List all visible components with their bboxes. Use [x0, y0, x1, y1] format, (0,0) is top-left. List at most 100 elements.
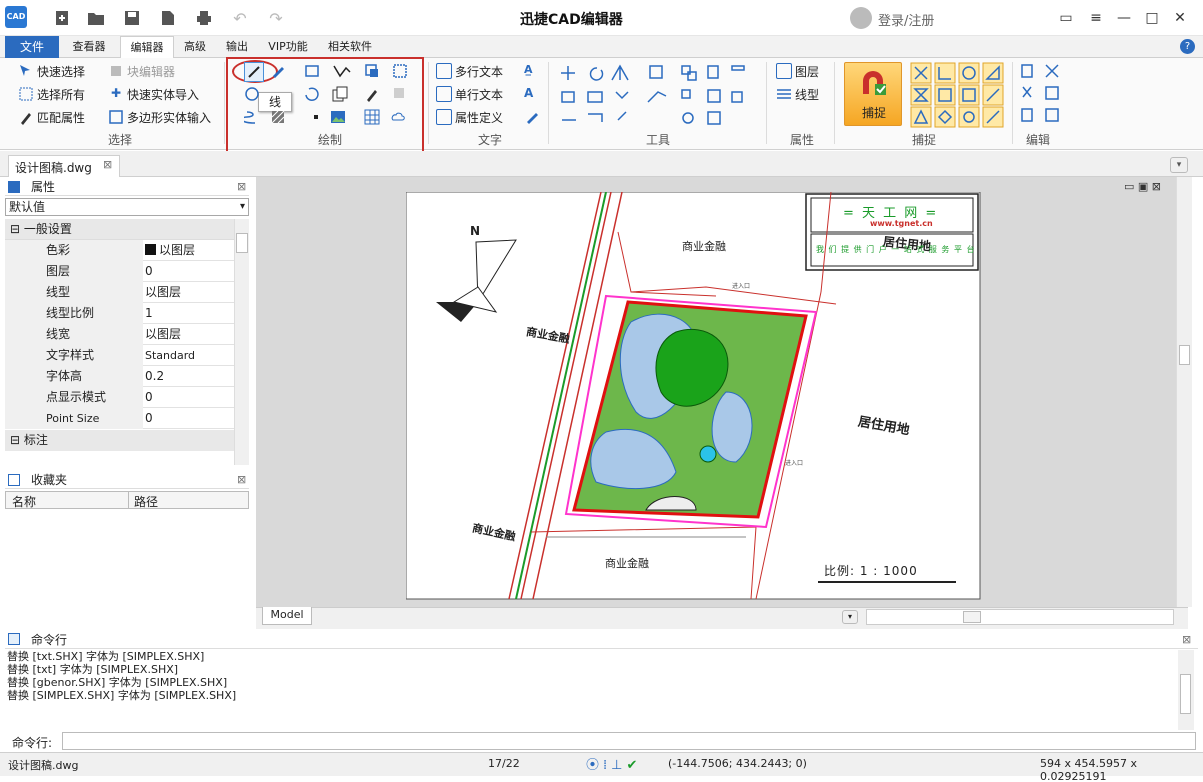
insert-block-icon[interactable] [364, 63, 380, 82]
property-value[interactable]: 以图层 [145, 240, 233, 261]
command-output-line: 替换 [gbenor.SHX] 字体为 [SIMPLEX.SHX] [7, 676, 228, 689]
export-pdf-icon[interactable] [158, 8, 178, 28]
property-value[interactable]: 1 [145, 303, 233, 324]
menu-file[interactable]: 文件 [5, 36, 59, 58]
snap-modes-grid[interactable] [910, 62, 1006, 128]
brush-tool-icon[interactable] [364, 86, 380, 105]
property-row[interactable]: Point Size 0 [5, 408, 235, 429]
arc-tool-icon[interactable] [304, 86, 320, 105]
rectangle-tool-icon[interactable] [304, 63, 320, 82]
stext-label: 单行文本 [455, 87, 504, 102]
edit-toolbar[interactable] [1020, 63, 1064, 127]
snap-button[interactable]: 捕捉 [844, 62, 902, 126]
color-swatch [145, 244, 156, 255]
snap-status-icon[interactable]: ⦿ [586, 758, 603, 773]
document-tab[interactable]: 设计图稿.dwg ⊠ [8, 155, 120, 177]
maximize-button[interactable]: □ [1142, 8, 1162, 28]
property-value[interactable]: 0.2 [145, 366, 233, 387]
close-button[interactable]: ✕ [1170, 8, 1190, 28]
grid-status-icon[interactable]: ⁞ [603, 758, 611, 773]
new-file-icon[interactable] [52, 8, 72, 28]
save-icon[interactable] [122, 8, 142, 28]
pencil-tool-icon[interactable] [270, 63, 286, 82]
circle-tool-icon[interactable] [244, 86, 260, 105]
block-editor-button[interactable]: 块编辑器 [108, 61, 175, 81]
revision-cloud-icon[interactable] [390, 109, 406, 128]
group-general-header[interactable]: ⊟ 一般设置 [5, 219, 235, 240]
menu-vip[interactable]: VIP功能 [262, 36, 314, 58]
open-folder-icon[interactable] [86, 8, 106, 28]
hatch-tool-icon[interactable] [270, 109, 292, 128]
canvas-window-controls[interactable]: ▭ ▣ ⊠ [1124, 180, 1161, 193]
undo-icon[interactable]: ↶ [230, 8, 250, 28]
canvas-vertical-scrollbar[interactable] [1176, 177, 1192, 607]
linetype-button[interactable]: 线型 [776, 84, 819, 104]
point-tool-icon[interactable] [308, 109, 324, 128]
layer-button[interactable]: 图层 [776, 61, 819, 81]
ortho-status-icon[interactable]: ⊥ [611, 758, 626, 773]
property-row[interactable]: 点显示模式 0 [5, 387, 235, 408]
select-all-button[interactable]: 选择所有 [18, 84, 85, 104]
login-link[interactable]: 登录/注册 [878, 10, 934, 29]
menu-related[interactable]: 相关软件 [322, 36, 378, 58]
layer-copy-icon[interactable] [392, 86, 408, 105]
command-close-icon[interactable]: ⊠ [1182, 633, 1191, 646]
property-value[interactable]: 0 [145, 261, 233, 282]
mtext-button[interactable]: 多行文本 [436, 61, 503, 81]
canvas-horizontal-scrollbar[interactable] [866, 609, 1174, 625]
polar-status-icon[interactable]: ✔ [626, 758, 641, 773]
property-row[interactable]: 字体高 0.2 [5, 366, 235, 387]
property-row[interactable]: 文字样式 Standard [5, 345, 235, 366]
command-scrollbar[interactable] [1178, 650, 1194, 730]
quick-entity-import-button[interactable]: ✚ 快速实体导入 [108, 84, 199, 104]
property-row[interactable]: 线型比例 1 [5, 303, 235, 324]
properties-close-icon[interactable]: ⊠ [237, 180, 246, 193]
props-group-label: 属性 [790, 133, 815, 147]
menu-icon[interactable]: ≡ [1086, 8, 1106, 28]
close-tab-icon[interactable]: ⊠ [103, 158, 112, 171]
property-row[interactable]: 线型 以图层 [5, 282, 235, 303]
property-value[interactable]: 以图层 [145, 282, 233, 303]
menu-advanced[interactable]: 高级 [178, 36, 212, 58]
text-style-icon[interactable]: A̲ [524, 63, 533, 76]
layout-dropdown-icon[interactable]: ▾ [842, 610, 858, 624]
favorites-close-icon[interactable]: ⊠ [237, 473, 246, 486]
print-icon[interactable] [194, 8, 214, 28]
status-toggles[interactable]: ⦿⁞⊥✔ [586, 754, 641, 773]
polygon-entity-input-button[interactable]: 多边形实体输入 [108, 107, 211, 127]
redo-icon[interactable]: ↷ [266, 8, 286, 28]
quick-select-button[interactable]: 快速选择 [18, 61, 85, 81]
polyline-tool-icon[interactable] [332, 63, 354, 82]
properties-scrollbar[interactable] [234, 219, 249, 465]
group-dim-header[interactable]: ⊟ 标注 [5, 430, 235, 451]
property-value[interactable]: Standard [145, 345, 233, 366]
tab-list-dropdown-icon[interactable]: ▾ [1170, 157, 1188, 173]
model-tab[interactable]: Model [262, 607, 312, 625]
match-props-button[interactable]: 匹配属性 [18, 107, 85, 127]
menu-viewer[interactable]: 查看器 [66, 36, 112, 58]
property-value[interactable]: 以图层 [145, 324, 233, 345]
text-edit-icon[interactable]: A [524, 86, 533, 100]
property-row[interactable]: 图层 0 [5, 261, 235, 282]
copy-tool-icon[interactable] [332, 86, 348, 105]
user-avatar-icon[interactable] [850, 7, 872, 29]
help-icon[interactable]: ? [1180, 39, 1195, 54]
menu-editor[interactable]: 编辑器 [120, 36, 174, 59]
image-tool-icon[interactable] [330, 109, 346, 128]
menu-output[interactable]: 输出 [220, 36, 254, 58]
region-tool-icon[interactable] [392, 63, 414, 82]
attdef-button[interactable]: 属性定义 [436, 107, 503, 127]
properties-dropdown[interactable]: 默认值 ▾ [5, 198, 249, 216]
property-value[interactable]: 0 [145, 387, 233, 408]
property-value[interactable]: 0 [145, 408, 233, 429]
table-tool-icon[interactable] [364, 109, 380, 128]
minimize-button[interactable]: — [1114, 8, 1134, 28]
property-row[interactable]: 线宽 以图层 [5, 324, 235, 345]
spline-tool-icon[interactable] [241, 109, 260, 128]
stext-button[interactable]: 单行文本 [436, 84, 503, 104]
property-row[interactable]: 色彩 以图层 [5, 240, 235, 261]
feedback-icon[interactable]: ▭ [1056, 8, 1076, 28]
line-tool-button[interactable] [244, 62, 264, 82]
text-pencil-icon[interactable] [524, 109, 540, 128]
command-input[interactable] [62, 732, 1196, 750]
